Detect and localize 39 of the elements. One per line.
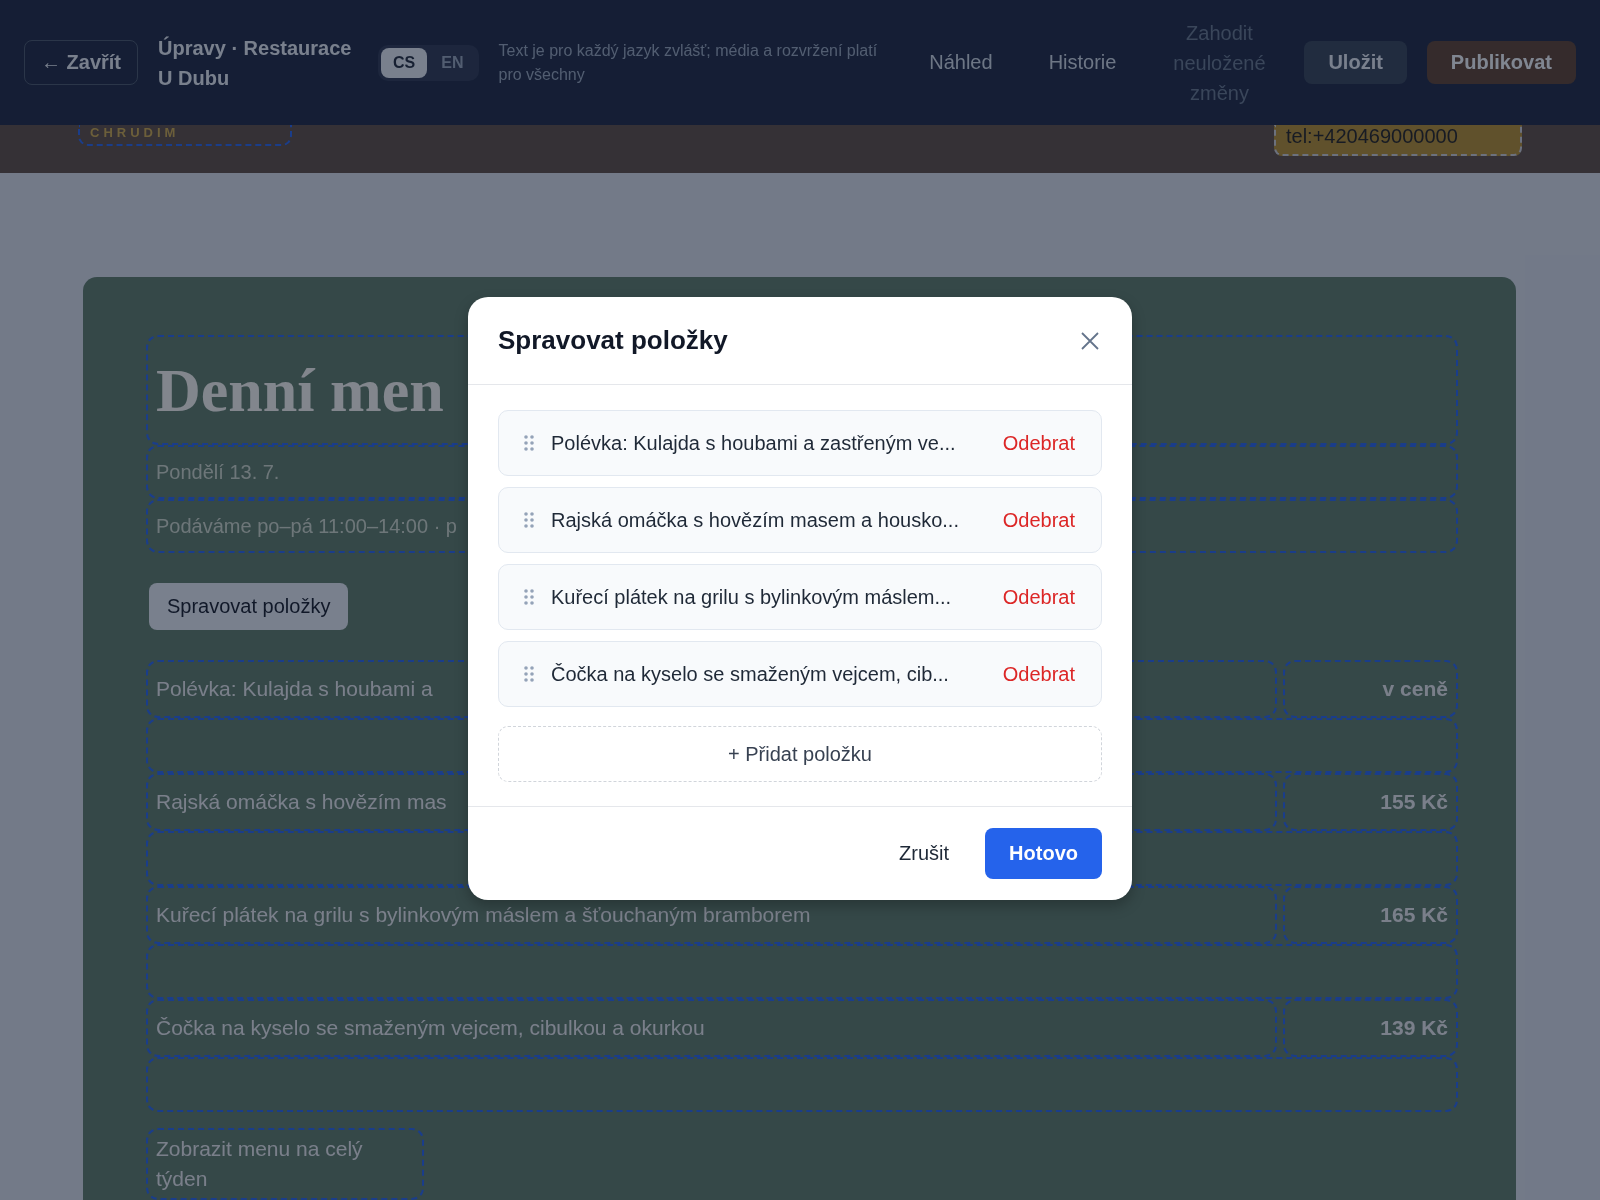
item-description-field[interactable]	[146, 1057, 1458, 1112]
item-description-field[interactable]	[146, 944, 1458, 999]
remove-button[interactable]: Odebrat	[1002, 662, 1075, 686]
publish-button[interactable]: Publikovat	[1426, 41, 1576, 84]
remove-button[interactable]: Odebrat	[1002, 508, 1075, 532]
item-price[interactable]: 139 Kč	[1283, 999, 1458, 1057]
dialog-title: Spravovat položky	[498, 325, 728, 356]
remove-button[interactable]: Odebrat	[1002, 431, 1075, 455]
item-label: Čočka na kyselo se smaženým vejcem, cib...	[551, 662, 950, 686]
editor-title: Úpravy · Restaurace U Dubu	[158, 35, 353, 91]
language-tab[interactable]: CS	[381, 47, 428, 78]
item-price[interactable]: v ceně	[1283, 660, 1458, 718]
item-label: Rajská omáčka s hovězím masem a housko...	[551, 508, 960, 532]
item-name[interactable]: Čočka na kyselo se smaženým vejcem, cibulkou a okurkou	[146, 999, 1277, 1057]
item-row[interactable]: Polévka: Kulajda s houbami a zastřeným ve... Odebrat	[498, 410, 1102, 476]
drag-handle-icon[interactable]	[523, 665, 535, 683]
item-price[interactable]: 155 Kč	[1283, 773, 1458, 831]
cancel-button[interactable]: Zrušit	[883, 828, 966, 879]
toolbar-link[interactable]: Náhled	[911, 41, 1011, 84]
toolbar-link[interactable]: Historie	[1030, 41, 1135, 84]
weekly-menu-link[interactable]: Zobrazit menu na celý týden	[146, 1128, 424, 1200]
add-item-button[interactable]: + Přidat položku	[498, 726, 1102, 782]
language-hint: Text je pro každý jazyk zvlášť; média a rozvržení platí pro všechny	[498, 40, 879, 85]
close-button[interactable]: ← Zavřít	[24, 40, 139, 85]
item-label: Polévka: Kulajda s houbami a zastřeným ve...	[551, 431, 957, 455]
item-price[interactable]: 165 Kč	[1283, 886, 1458, 944]
drag-handle-icon[interactable]	[523, 588, 535, 606]
item-row[interactable]: Čočka na kyselo se smaženým vejcem, cib... Odebrat	[498, 641, 1102, 707]
item-label: Kuřecí plátek na grilu s bylinkovým máslem...	[551, 585, 953, 609]
manage-items-button[interactable]: Spravovat položky	[149, 583, 349, 630]
remove-button[interactable]: Odebrat	[1002, 585, 1075, 609]
save-button[interactable]: Uložit	[1304, 41, 1407, 84]
drag-handle-icon[interactable]	[523, 511, 535, 529]
done-button[interactable]: Hotovo	[985, 828, 1102, 879]
item-row[interactable]: Rajská omáčka s hovězím masem a housko... Odebrat	[498, 487, 1102, 553]
drag-handle-icon[interactable]	[523, 434, 535, 452]
phone-field[interactable]: tel:+420469000000	[1274, 125, 1522, 156]
close-icon[interactable]	[1080, 330, 1100, 351]
item-row[interactable]: Kuřecí plátek na grilu s bylinkovým máslem... Odebrat	[498, 564, 1102, 630]
